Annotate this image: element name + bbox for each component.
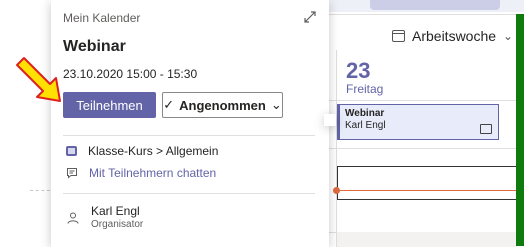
person-icon [67,212,79,224]
channel-icon [66,146,77,156]
expand-icon[interactable] [302,9,318,25]
divider [63,193,315,194]
accepted-label: Angenommen [179,97,266,113]
time-marker-dash [30,190,50,191]
join-button[interactable]: Teilnehmen [63,92,156,118]
organizer-row: Karl Engl Organisator [66,204,143,231]
calendar-event[interactable]: Webinar Karl Engl [337,104,499,140]
event-datetime: 23.10.2020 15:00 - 15:30 [63,67,198,81]
chat-row[interactable]: Mit Teilnehmern chatten [66,166,216,180]
divider [329,14,524,15]
current-time-dot [333,187,340,194]
top-bar [300,0,524,12]
window-edge [516,14,524,246]
column-divider [336,50,337,247]
organizer-role: Organisator [91,219,144,230]
divider [329,100,524,101]
pointer-arrow [16,57,61,102]
current-time-line [337,190,524,191]
chevron-down-icon: ⌄ [503,29,514,43]
event-organizer: Karl Engl [345,120,386,131]
channel-name: Klasse-Kurs > Allgemein [88,144,219,158]
day-number: 23 [346,58,371,83]
checkmark-icon: ✓ [163,97,175,112]
divider [63,135,315,136]
divider [329,148,524,149]
event-title: Webinar [345,108,385,119]
meeting-icon [480,124,492,134]
calendar-icon [392,30,405,42]
calendar-footer [337,232,518,247]
chevron-down-icon: ⌄ [270,97,282,112]
day-name: Freitag [346,82,384,96]
organizer-name: Karl Engl [91,204,140,218]
chat-with-participants-link[interactable]: Mit Teilnehmern chatten [89,166,216,180]
top-bar-tab [370,0,500,10]
view-selector-label: Arbeitswoche [412,28,497,44]
popup-pointer [324,114,336,126]
selected-time-slot[interactable] [337,166,518,200]
organizer-info: Karl Engl Organisator [91,204,143,231]
calendar-name: Mein Kalender [63,11,141,25]
view-selector[interactable]: Arbeitswoche ⌄ [392,28,513,44]
accepted-dropdown[interactable]: ✓ Angenommen ⌄ [162,92,283,118]
chat-icon [67,168,77,179]
channel-row: Klasse-Kurs > Allgemein [66,144,218,158]
event-title: Webinar [63,38,126,55]
